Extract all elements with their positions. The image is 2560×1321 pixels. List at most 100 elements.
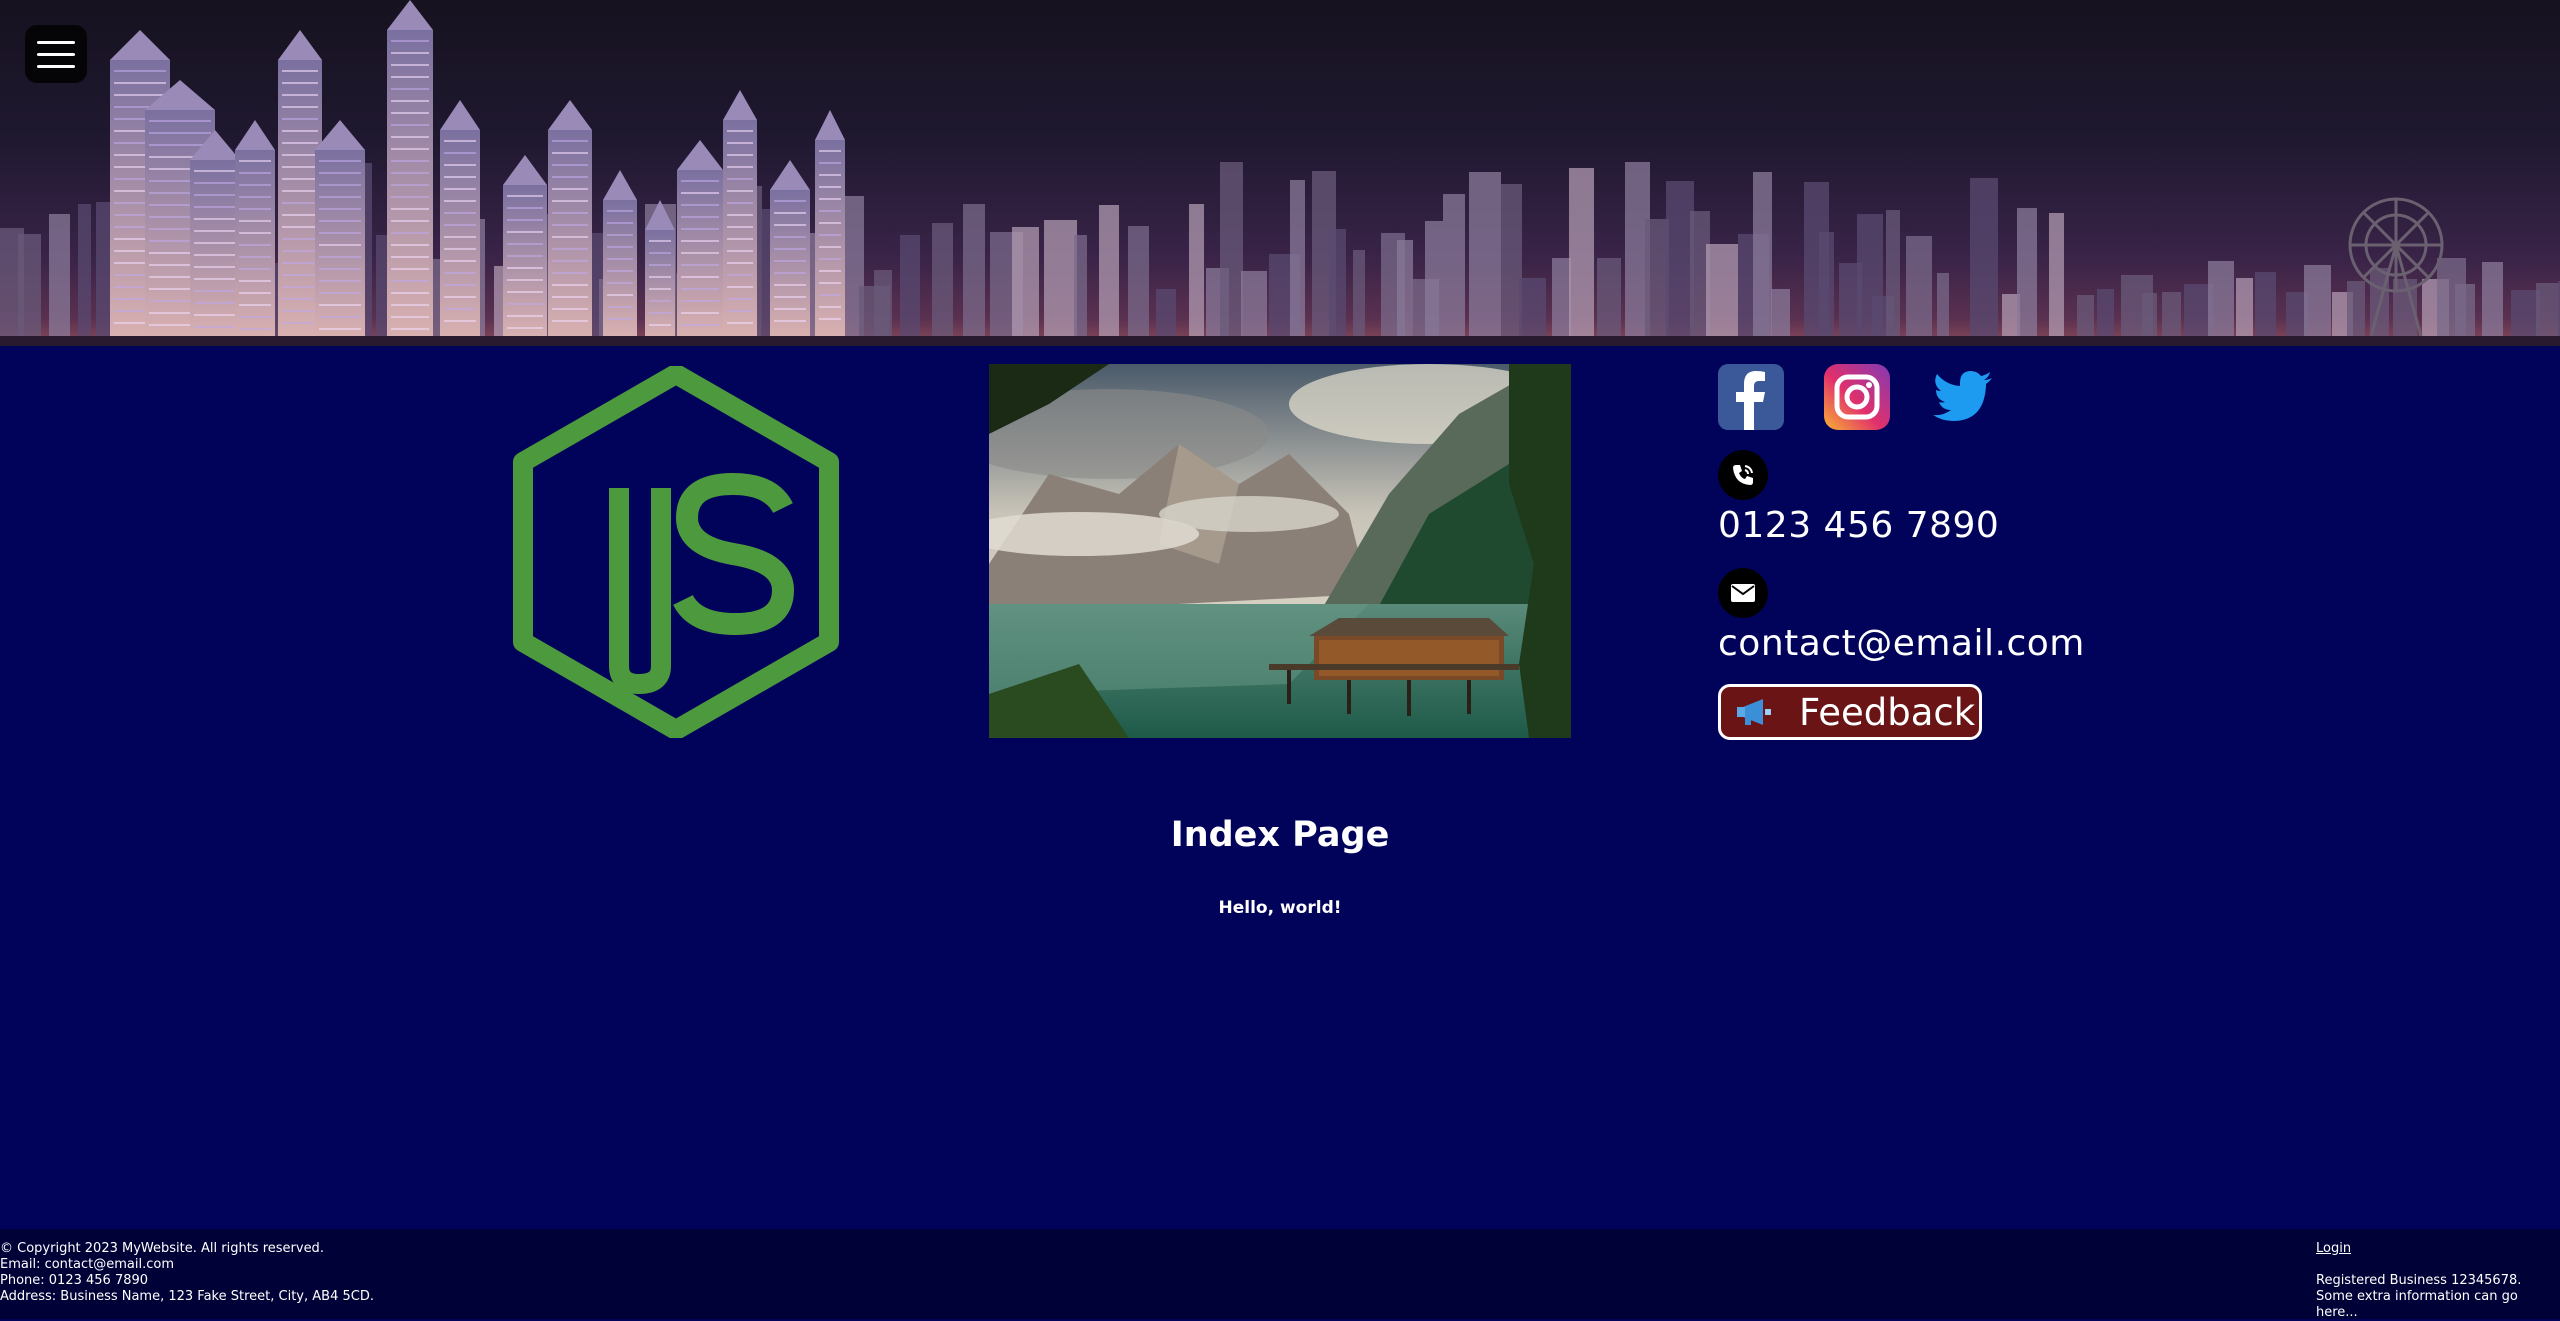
window-light	[239, 160, 271, 162]
window-light	[391, 76, 429, 78]
window-light	[681, 180, 719, 182]
window-light	[552, 320, 588, 322]
phone-icon	[1718, 450, 1768, 500]
window-light	[194, 206, 236, 208]
window-light	[649, 300, 671, 302]
email-address[interactable]: contact@email.com	[1718, 622, 2218, 666]
nodejs-logo	[513, 366, 839, 738]
window-light	[681, 324, 719, 326]
window-light	[727, 274, 753, 276]
tower-spire	[770, 160, 810, 190]
footer-phone: Phone: 0123 456 7890	[0, 1273, 149, 1288]
window-light	[607, 258, 633, 260]
window-light	[607, 246, 633, 248]
building	[1906, 236, 1932, 336]
window-light	[444, 284, 476, 286]
login-link[interactable]: Login	[2316, 1241, 2351, 1257]
building	[1519, 278, 1546, 336]
building	[1501, 184, 1522, 336]
window-light	[681, 228, 719, 230]
tower	[190, 160, 240, 336]
window-light	[319, 280, 361, 282]
tower	[387, 30, 433, 336]
window-light	[239, 172, 271, 174]
facebook-icon[interactable]	[1718, 364, 1784, 430]
window-light	[607, 210, 633, 212]
window-light	[391, 124, 429, 126]
window-light	[552, 188, 588, 190]
window-light	[727, 250, 753, 252]
window-light	[649, 276, 671, 278]
window-light	[649, 288, 671, 290]
hamburger-line	[37, 52, 75, 56]
hamburger-line	[37, 40, 75, 44]
window-light	[194, 242, 236, 244]
window-light	[391, 232, 429, 234]
building	[2097, 289, 2114, 336]
tower	[315, 150, 365, 336]
window-light	[282, 262, 318, 264]
window-light	[774, 224, 806, 226]
window-light	[194, 182, 236, 184]
window-light	[391, 40, 429, 42]
window-light	[444, 140, 476, 142]
window-light	[727, 310, 753, 312]
window-light	[507, 195, 543, 197]
window-light	[507, 303, 543, 305]
contact-panel: 0123 456 7890 contact@email.com Feedback	[1718, 364, 2218, 740]
menu-button[interactable]	[25, 25, 87, 83]
window-light	[194, 314, 236, 316]
window-light	[391, 172, 429, 174]
window-light	[819, 186, 841, 188]
twitter-icon[interactable]	[1930, 364, 1996, 430]
building	[1552, 258, 1571, 336]
window-light	[681, 192, 719, 194]
hello-text: Hello, world!	[1218, 898, 1342, 918]
building	[1012, 227, 1039, 336]
window-light	[607, 270, 633, 272]
feedback-button[interactable]: Feedback	[1718, 684, 1982, 740]
window-light	[239, 220, 271, 222]
window-light	[444, 164, 476, 166]
window-light	[319, 232, 361, 234]
city-skyline-image	[0, 0, 2560, 346]
window-light	[282, 166, 318, 168]
window-light	[391, 292, 429, 294]
window-light	[649, 252, 671, 254]
window-light	[819, 294, 841, 296]
building	[1819, 232, 1834, 336]
building	[1425, 221, 1443, 336]
window-light	[239, 292, 271, 294]
window-light	[282, 94, 318, 96]
tower-spire	[548, 100, 592, 130]
building	[1597, 258, 1621, 336]
footer-email: Email: contact@email.com	[0, 1257, 174, 1272]
building	[1771, 289, 1790, 336]
window-light	[239, 304, 271, 306]
building	[2162, 292, 2181, 336]
window-light	[727, 154, 753, 156]
megaphone-icon	[1737, 699, 1771, 725]
window-light	[444, 296, 476, 298]
window-light	[114, 82, 166, 84]
window-light	[319, 304, 361, 306]
window-light	[607, 294, 633, 296]
building	[932, 223, 953, 336]
window-light	[727, 202, 753, 204]
window-light	[552, 248, 588, 250]
building	[18, 234, 41, 336]
window-light	[391, 220, 429, 222]
window-light	[727, 214, 753, 216]
window-light	[444, 320, 476, 322]
instagram-icon[interactable]	[1824, 364, 1890, 430]
building	[1220, 162, 1243, 336]
building	[1329, 229, 1346, 336]
window-light	[507, 279, 543, 281]
building	[1290, 180, 1305, 336]
window-light	[391, 64, 429, 66]
building	[874, 270, 892, 336]
footer-address: Address: Business Name, 123 Fake Street,…	[0, 1289, 374, 1304]
window-light	[149, 120, 211, 122]
phone-number[interactable]: 0123 456 7890	[1718, 504, 2218, 548]
window-light	[239, 268, 271, 270]
